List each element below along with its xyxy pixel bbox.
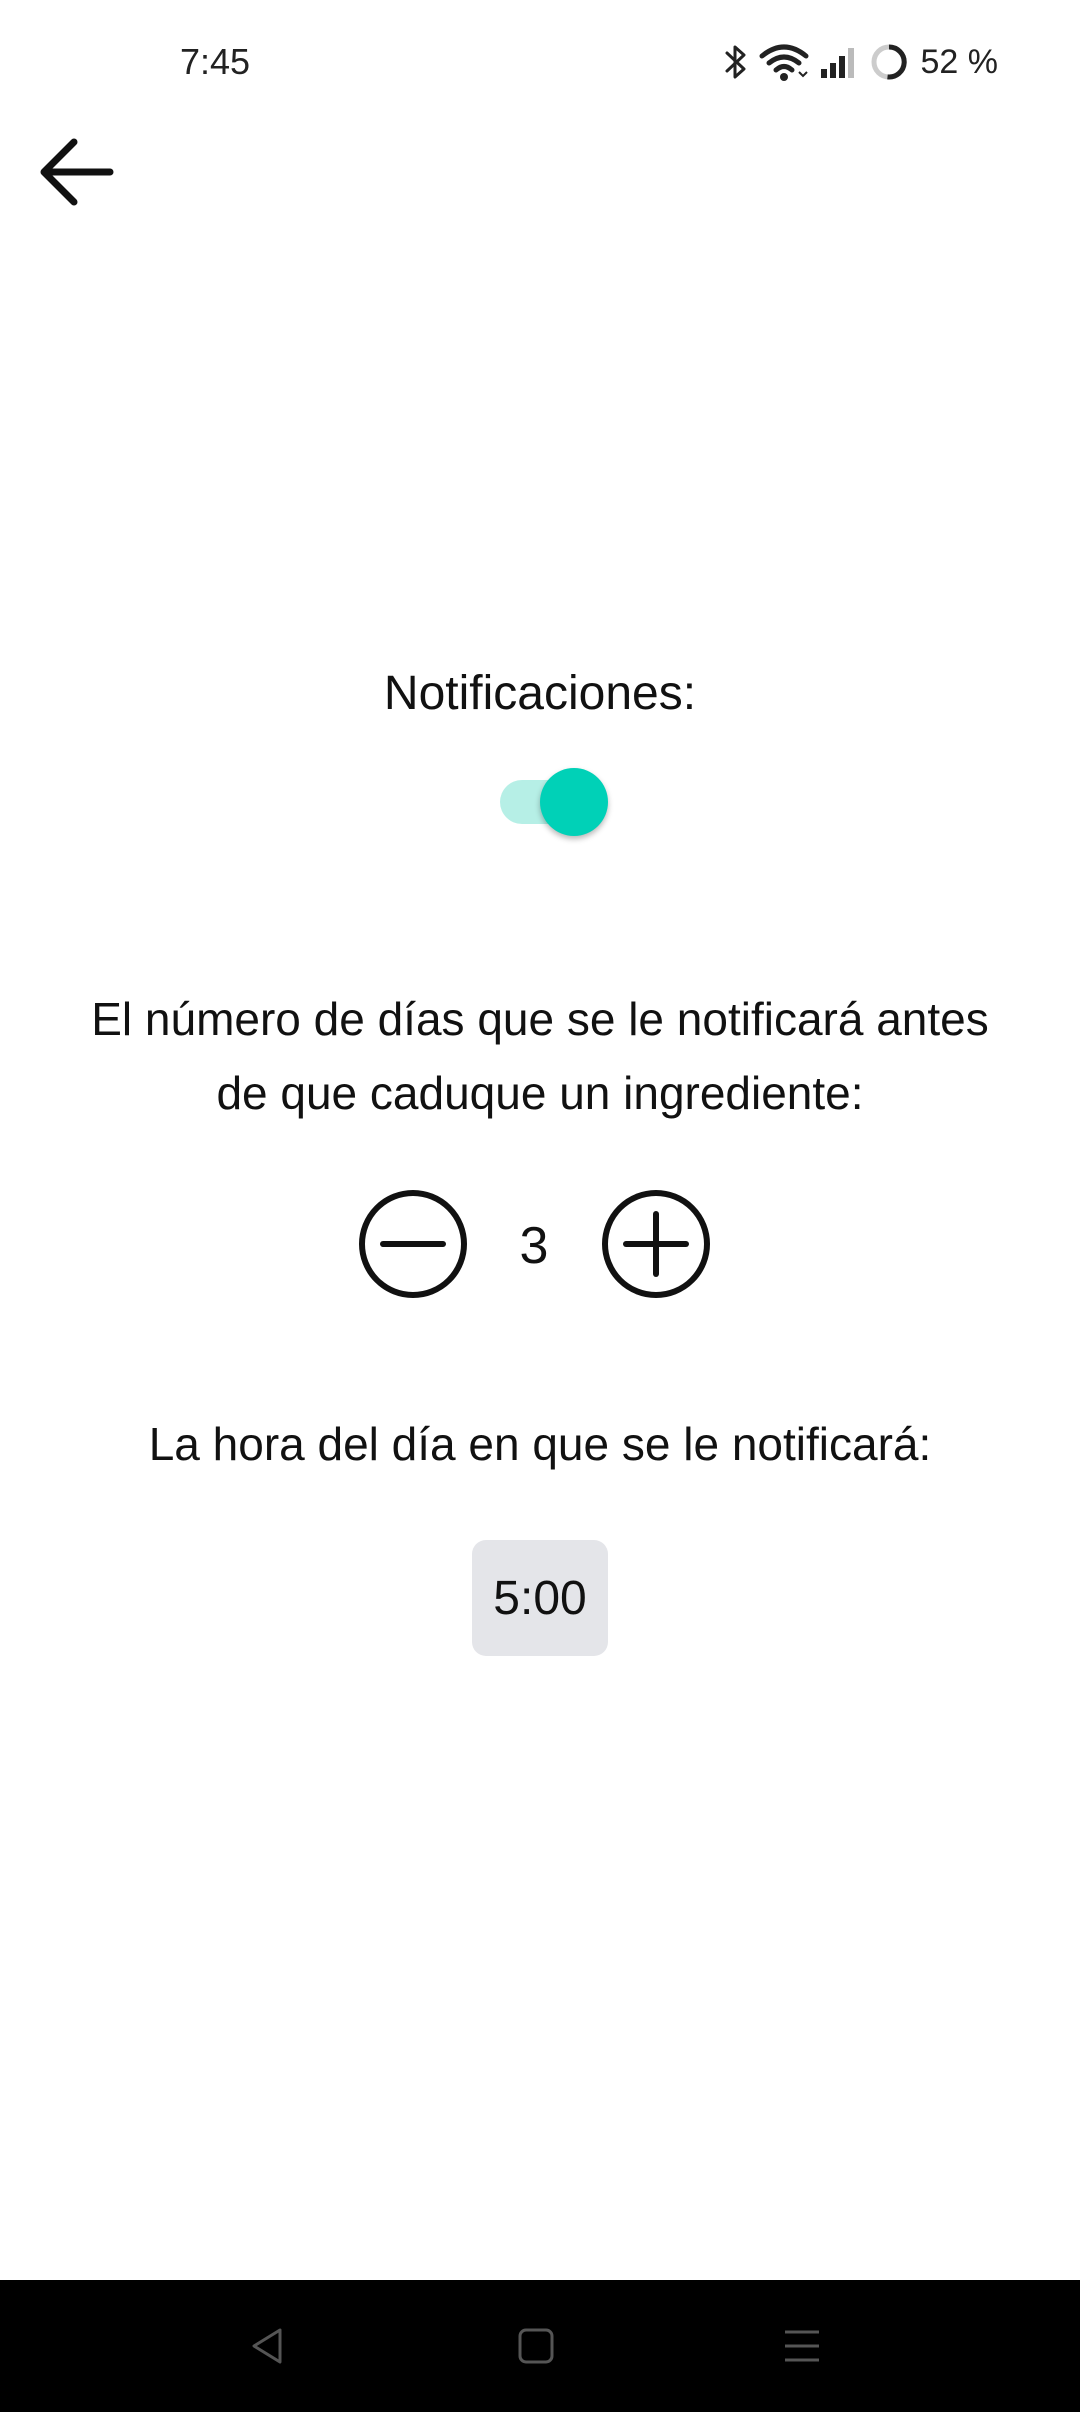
status-icons: 52 % [723,38,999,86]
battery-ring-icon [869,42,909,82]
back-button[interactable] [30,128,122,220]
status-bar: 7:45 52 % [0,0,1080,120]
days-description: El número de días que se le notificará a… [91,993,989,1119]
time-description: La hora del día en que se le notificará: [148,1418,932,1470]
decrement-days-button[interactable] [357,1188,469,1300]
status-time: 7:45 [180,41,251,82]
nav-home-button[interactable] [500,2312,572,2384]
toggle-thumb [540,768,608,836]
home-square-icon [514,2324,558,2373]
time-value: 5:00 [493,1571,587,1625]
wifi-icon [759,42,809,82]
bluetooth-icon [723,42,749,82]
nav-menu-button[interactable] [766,2312,838,2384]
menu-lines-icon [780,2324,824,2373]
signal-icon [819,42,859,82]
notifications-label: Notificaciones: [383,667,697,720]
back-triangle-icon [246,2324,290,2373]
minus-circle-icon [357,1188,469,1300]
nav-back-button[interactable] [232,2312,304,2384]
increment-days-button[interactable] [600,1188,712,1300]
days-value: 3 [519,1217,549,1275]
notifications-toggle[interactable] [498,766,614,838]
plus-circle-icon [600,1188,712,1300]
system-nav-bar [0,2280,1080,2412]
battery-percentage: 52 % [920,43,999,81]
arrow-left-icon [36,132,116,217]
time-picker-button[interactable]: 5:00 [472,1540,608,1656]
